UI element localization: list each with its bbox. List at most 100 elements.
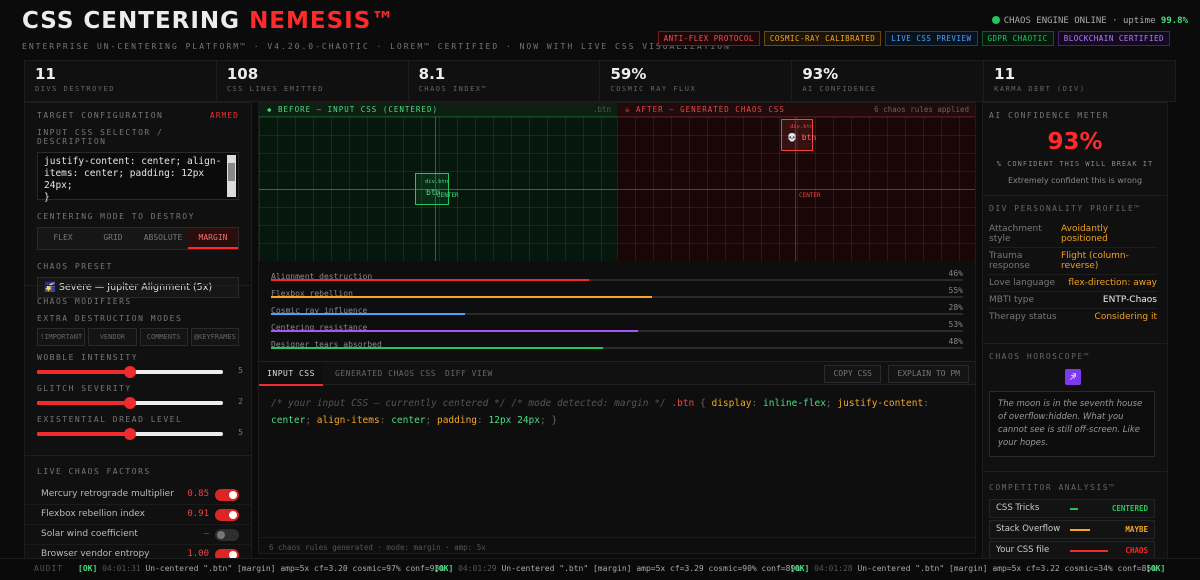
css-input-textarea[interactable]: justify-content: center; align-items: ce… <box>37 152 239 203</box>
status-text: CHAOS ENGINE ONLINE · uptime <box>1003 16 1161 26</box>
centering-mode-selector: FLEX GRID ABSOLUTE MARGIN <box>37 227 239 250</box>
extra-mode-keyframes[interactable]: @KEYFRAMES <box>190 328 239 346</box>
stat-value: 93% <box>802 65 839 83</box>
competitor-name: Your CSS file <box>996 545 1050 555</box>
slider-track <box>37 397 223 409</box>
online-dot-icon <box>991 16 1000 24</box>
slider-label-wobble: WOBBLE INTENSITY <box>37 353 139 362</box>
competitor-bar <box>1070 550 1108 552</box>
before-div-label: div.btn <box>425 179 449 185</box>
ai-confidence-note: Extremely confident this is wrong <box>1007 176 1143 185</box>
mode-margin[interactable]: MARGIN <box>188 228 238 249</box>
personality-profile: Attachment style Avoidantly positioned Tr… <box>989 221 1157 325</box>
metric-pct: 46% <box>948 269 963 278</box>
before-selector: .btn <box>592 105 611 114</box>
after-count: 6 chaos rules applied <box>874 105 969 114</box>
competitor-status: CHAOS <box>1125 546 1148 555</box>
extra-mode-vendor[interactable]: VENDOR <box>88 328 137 346</box>
metric-pct: 48% <box>948 337 963 346</box>
before-header: ◆ BEFORE — INPUT CSS (CENTERED) .btn <box>259 103 617 117</box>
competitor-status: MAYBE <box>1125 525 1148 534</box>
mode-flex[interactable]: FLEX <box>38 228 88 249</box>
tab-generated-css[interactable]: GENERATED CHAOS CSS <box>335 362 436 386</box>
audit-time: 04:01:31 <box>102 564 141 573</box>
horoscope-title: CHAOS HOROSCOPE™ <box>989 352 1091 361</box>
ai-confidence-sub: % CONFIDENT THIS WILL BREAK IT <box>996 160 1154 168</box>
horoscope-text: The moon is in the seventh house of over… <box>989 391 1155 457</box>
slider-knob[interactable] <box>124 428 136 440</box>
generation-summary: 6 chaos rules generated · mode: margin ·… <box>269 543 486 552</box>
wobble-intensity-slider[interactable]: 5 <box>25 366 251 378</box>
extra-mode-important[interactable]: !IMPORTANT <box>37 328 86 346</box>
audit-entry: [OK] 04:01:29 Un-centered ".btn" [margin… <box>434 564 800 573</box>
after-btn-box: div.btn 💀 btn <box>781 119 817 151</box>
slider-knob[interactable] <box>124 397 136 409</box>
extra-modes-row: !IMPORTANT VENDOR COMMENTS @KEYFRAMES <box>37 328 239 346</box>
after-header: ☠ AFTER — GENERATED CHAOS CSS 6 chaos ru… <box>617 103 975 117</box>
metric-fill <box>271 313 465 315</box>
competitor-row: Stack Overflow MAYBE <box>989 520 1155 539</box>
after-center-label: CENTER <box>799 192 821 199</box>
factor-toggle[interactable] <box>215 529 239 541</box>
textarea-scrollbar[interactable] <box>227 155 236 197</box>
metric-pct: 28% <box>948 303 963 312</box>
profile-row: Trauma response Flight (column-reverse) <box>989 248 1157 275</box>
audit-time: 04:01:29 <box>458 564 497 573</box>
metric-pct: 55% <box>948 286 963 295</box>
sliders-section: WOBBLE INTENSITY 5 GLITCH SEVERITY 2 EXI… <box>25 353 251 440</box>
before-title: ◆ BEFORE — INPUT CSS (CENTERED) <box>267 105 438 114</box>
after-btn-text: 💀 btn <box>787 133 817 142</box>
factor-toggle[interactable] <box>215 489 239 501</box>
extra-modes-label: EXTRA DESTRUCTION MODES <box>37 314 183 323</box>
divider <box>983 343 1167 344</box>
mode-grid[interactable]: GRID <box>88 228 138 249</box>
factor-row: Solar wind coefficient — <box>25 525 251 545</box>
explain-to-pm-button[interactable]: EXPLAIN TO PM <box>888 365 969 383</box>
mode-absolute[interactable]: ABSOLUTE <box>138 228 188 249</box>
armed-badge: ARMED <box>209 111 239 120</box>
ai-meter-title: AI CONFIDENCE METER <box>989 111 1110 120</box>
factor-list: Mercury retrograde multiplier 0.85 Flexb… <box>25 485 251 565</box>
copy-css-button[interactable]: COPY CSS <box>824 365 881 383</box>
slider-fill <box>37 432 130 436</box>
audit-msg: Un-centered ".btn" [margin] amp=5x cf=3.… <box>857 564 1157 573</box>
audit-entry: [OK] <box>1146 564 1165 573</box>
profile-value: ENTP-Chaos <box>1102 295 1157 305</box>
existential-dread-slider[interactable]: 5 <box>25 428 251 440</box>
divider <box>983 471 1167 472</box>
stat-value: 11 <box>994 65 1016 83</box>
stat-css-lines: 108 CSS LINES EMITTED <box>217 61 409 101</box>
profile-row: Attachment style Avoidantly positioned <box>989 221 1157 248</box>
glitch-severity-slider[interactable]: 2 <box>25 397 251 409</box>
audit-msg: Un-centered ".btn" [margin] amp=5x cf=3.… <box>145 564 445 573</box>
code-brace: } <box>551 415 558 426</box>
uptime-value: 99.8% <box>1160 16 1188 26</box>
tab-diff-view[interactable]: DIFF VIEW <box>445 362 493 386</box>
tab-input-css[interactable]: INPUT CSS <box>259 362 323 386</box>
stat-ai-confidence: 93% AI CONFIDENCE <box>792 61 985 101</box>
scrollbar-thumb[interactable] <box>228 163 235 181</box>
slider-fill <box>37 370 130 374</box>
header: CSS CENTERING NEMESIS™ ENTERPRISE UN-CEN… <box>0 0 1200 60</box>
target-config-section: TARGET CONFIGURATION ARMED INPUT CSS SEL… <box>37 111 239 298</box>
factor-toggle[interactable] <box>215 509 239 521</box>
modifiers-section: CHAOS MODIFIERS EXTRA DESTRUCTION MODES … <box>37 297 239 346</box>
css-input-value: justify-content: center; align-items: ce… <box>44 156 222 203</box>
competitor-list: CSS Tricks CENTERED Stack Overflow MAYBE… <box>989 499 1155 560</box>
slider-knob[interactable] <box>124 366 136 378</box>
code-view: /* your input CSS — currently centered *… <box>271 398 929 426</box>
competitor-name: CSS Tricks <box>996 503 1040 513</box>
extra-mode-comments[interactable]: COMMENTS <box>139 328 188 346</box>
competitor-bar <box>1070 529 1090 531</box>
chaos-preset-select[interactable]: 🌠 Severe — Jupiter Alignment (5x) <box>37 277 239 298</box>
code-val: center <box>271 415 306 426</box>
badge-blockchain: BLOCKCHAIN CERTIFIED <box>1057 31 1170 46</box>
target-config-title: TARGET CONFIGURATION <box>37 111 164 120</box>
audit-ok: [OK] <box>790 564 810 573</box>
divider <box>259 537 975 538</box>
slider-label-glitch: GLITCH SEVERITY <box>37 384 132 393</box>
metric-fill <box>271 296 652 298</box>
stat-chaos-index: 8.1 CHAOS INDEX™ <box>409 61 601 101</box>
metric-centering-resistance: Centering resistance 53% <box>271 320 963 337</box>
divider <box>25 285 251 286</box>
